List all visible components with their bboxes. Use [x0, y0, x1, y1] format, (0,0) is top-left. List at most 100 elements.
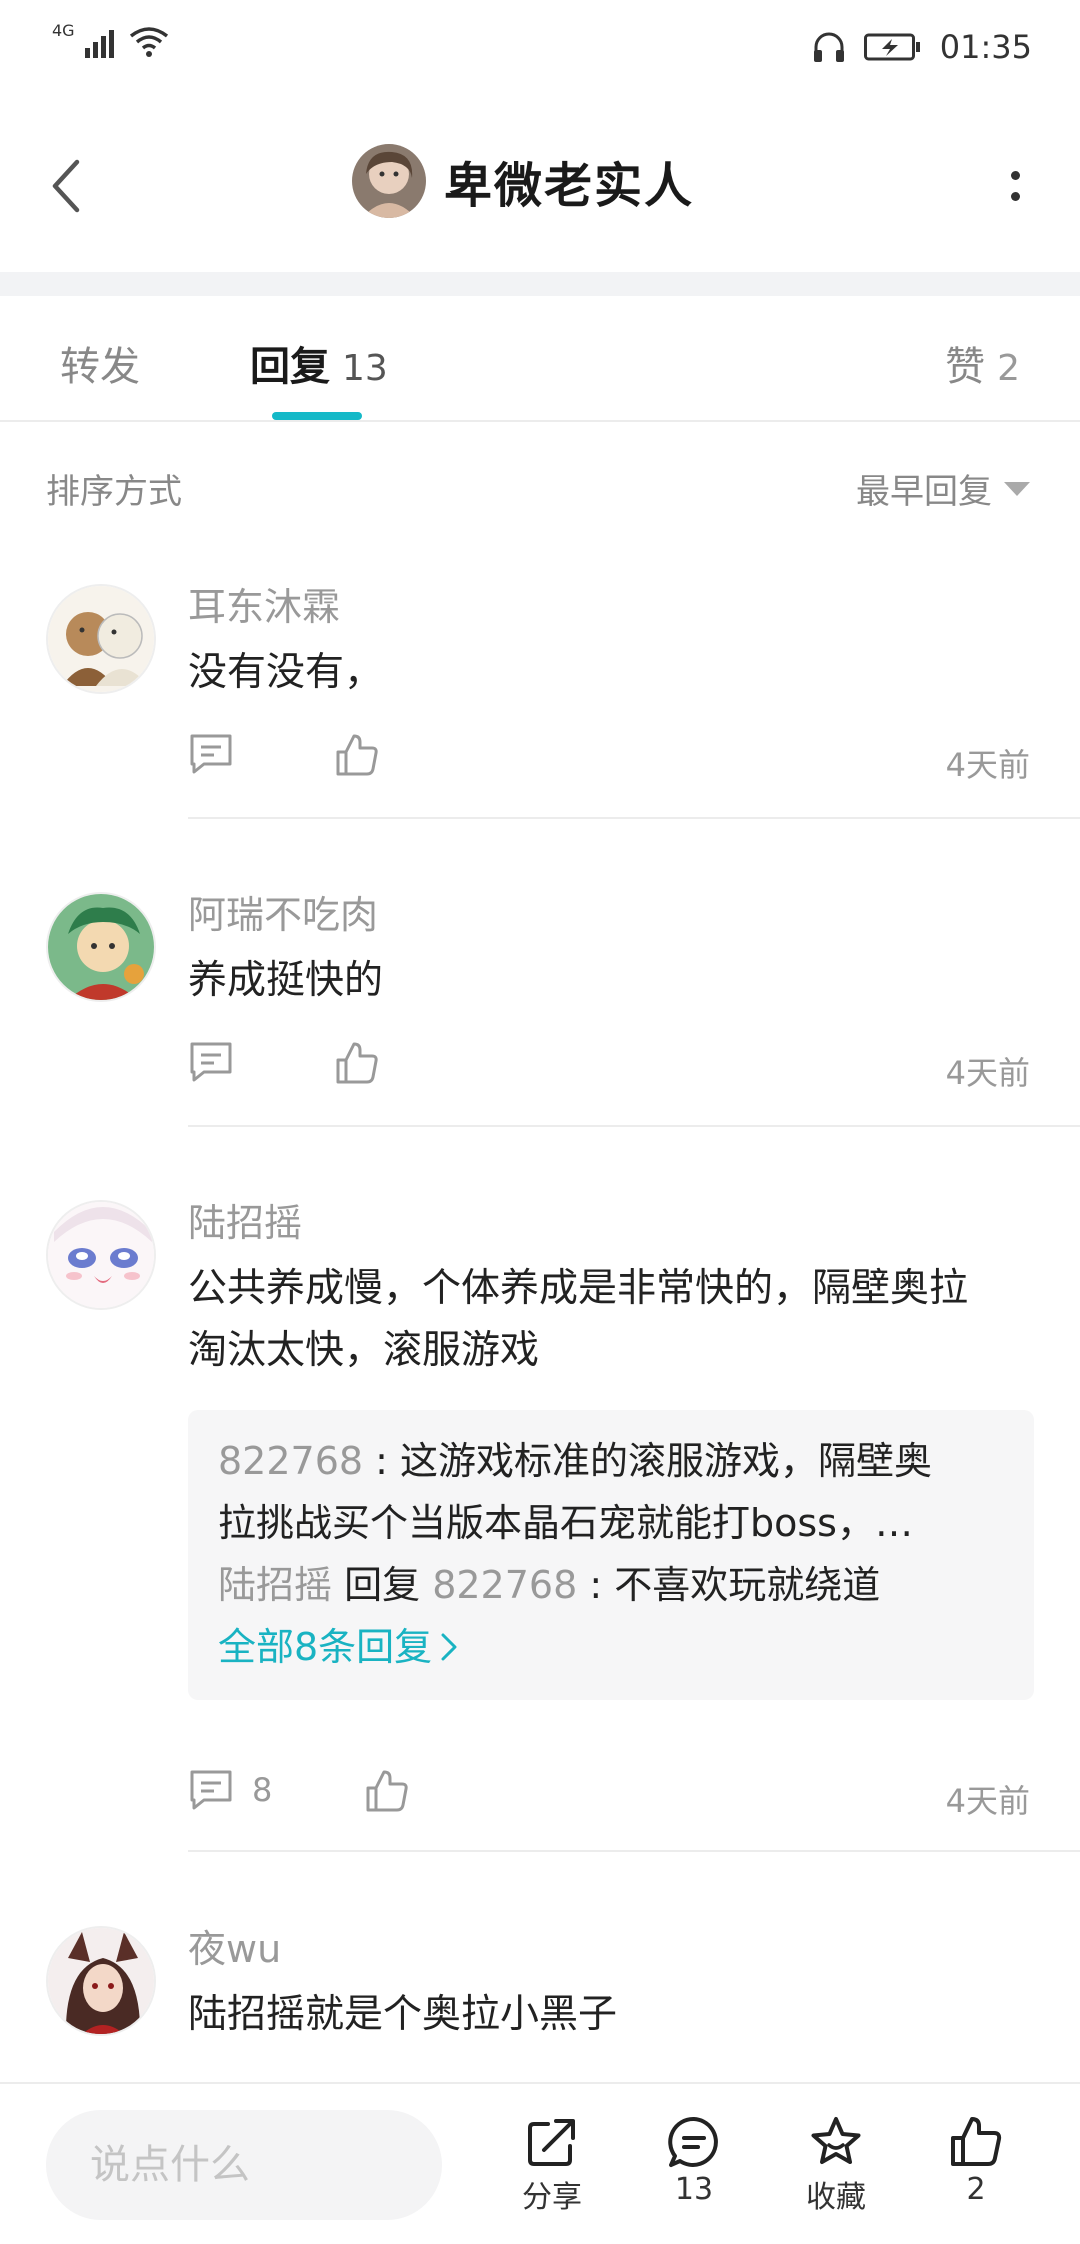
commenter-avatar[interactable] — [46, 892, 156, 1002]
comment-input[interactable] — [46, 2110, 442, 2220]
section-divider — [0, 272, 1080, 296]
author-avatar[interactable] — [352, 144, 426, 218]
nested-reply-sep: : — [363, 1439, 401, 1483]
commenter-name[interactable]: 阿瑞不吃肉 — [188, 884, 378, 939]
nested-reply: 陆招摇 回复 822768 : 不喜欢玩就绕道 — [218, 1554, 1004, 1616]
back-button[interactable] — [40, 146, 90, 226]
like-button[interactable] — [334, 1040, 380, 1090]
author-info[interactable]: 卑微老实人 — [352, 144, 694, 218]
tab-forward[interactable]: 转发 — [60, 334, 140, 392]
comment-divider — [188, 817, 1080, 819]
tab-bar: 转发 回复 13 赞 2 — [0, 296, 1080, 422]
top-app-bar: 卑微老实人 — [0, 96, 1080, 272]
tab-like-count: 2 — [997, 348, 1020, 389]
share-button[interactable]: 分享 — [492, 2114, 612, 2216]
reply-button[interactable] — [188, 1040, 234, 1084]
comment-icon — [190, 1770, 232, 1810]
comment-text: 公共养成慢，个体养成是非常快的，隔壁奥拉 淘汰太快，滚服游戏 — [188, 1258, 1038, 1382]
clock: 01:35 — [939, 28, 1032, 66]
battery-icon — [863, 33, 920, 61]
headphones-icon — [813, 32, 844, 62]
like-post-button[interactable]: 2 — [916, 2114, 1036, 2207]
comment-text-line: 淘汰太快，滚服游戏 — [188, 1328, 540, 1373]
share-icon — [528, 2119, 575, 2166]
comment-text: 没有没有， — [188, 650, 384, 695]
favorite-button[interactable]: 收藏 — [776, 2114, 896, 2216]
comment-time: 4天前 — [945, 746, 1030, 784]
tab-forward-label: 转发 — [60, 344, 140, 390]
sort-selected-value: 最早回复 — [856, 472, 992, 512]
commenter-avatar[interactable] — [46, 1200, 156, 1310]
tab-like[interactable]: 赞 2 — [945, 334, 1020, 392]
thumbs-up-icon — [336, 1042, 378, 1084]
nested-reply-cont: 拉挑战买个当版本晶石宠就能打boss，… — [218, 1501, 913, 1545]
comment-item: 陆招摇 公共养成慢，个体养成是非常快的，隔壁奥拉 淘汰太快，滚服游戏 82276… — [0, 1164, 1080, 1854]
comment-input-container[interactable] — [46, 2110, 442, 2220]
comment-time: 4天前 — [945, 1054, 1030, 1092]
comment-text: 养成挺快的 — [188, 958, 384, 1003]
sort-label: 排序方式 — [46, 472, 182, 512]
nested-reply-mid: 回复 — [332, 1563, 433, 1607]
chevron-right-icon — [441, 1633, 457, 1661]
commenter-name[interactable]: 陆招摇 — [188, 1192, 302, 1247]
like-count: 2 — [966, 2172, 986, 2207]
commenter-avatar[interactable] — [46, 584, 156, 694]
nested-reply-target[interactable]: 822768 — [432, 1563, 577, 1607]
comment-item: 耳东沐霖 没有没有， 4天前 — [0, 548, 1080, 818]
comment-text-line: 公共养成慢，个体养成是非常快的，隔壁奥拉 — [188, 1266, 969, 1311]
star-icon — [811, 2117, 861, 2164]
bottom-action-bar: 分享 13 收藏 2 — [0, 2082, 1080, 2244]
thumbs-up-icon — [951, 2117, 1002, 2166]
comments-button[interactable]: 13 — [634, 2114, 754, 2207]
commenter-name[interactable]: 耳东沐霖 — [188, 576, 340, 631]
sort-dropdown[interactable]: 最早回复 — [856, 464, 1030, 513]
comment-text: 陆招摇就是个奥拉小黑子 — [188, 1992, 618, 2037]
commenter-avatar[interactable] — [46, 1926, 156, 2036]
like-button[interactable] — [334, 732, 380, 782]
view-all-replies-link[interactable]: 全部8条回复 — [218, 1616, 1004, 1678]
status-left: 4G — [52, 21, 169, 58]
reply-button[interactable]: 8 — [188, 1768, 272, 1812]
commenter-name[interactable]: 夜wu — [188, 1918, 281, 1973]
nested-reply-text: 这游戏标准的滚服游戏，隔壁奥 — [400, 1439, 933, 1483]
like-button[interactable] — [364, 1768, 410, 1818]
comment-item: 阿瑞不吃肉 养成挺快的 4天前 — [0, 856, 1080, 1126]
comment-icon — [190, 734, 232, 774]
comment-actions: 4天前 — [188, 732, 1038, 792]
nested-reply-sep: : — [577, 1563, 615, 1607]
share-label: 分享 — [522, 2180, 582, 2215]
reply-button[interactable] — [188, 732, 234, 776]
more-dot — [1010, 192, 1020, 201]
nested-reply-user[interactable]: 822768 — [218, 1439, 363, 1483]
nested-replies[interactable]: 822768 : 这游戏标准的滚服游戏，隔壁奥 拉挑战买个当版本晶石宠就能打bo… — [188, 1410, 1034, 1700]
comment-divider — [188, 1125, 1080, 1127]
reply-count: 8 — [252, 1771, 273, 1809]
more-vertical-icon — [1010, 171, 1020, 180]
comment-time: 4天前 — [945, 1782, 1030, 1820]
more-options-button[interactable] — [1000, 156, 1030, 216]
comment-divider — [188, 1850, 1080, 1852]
nested-reply-text: 不喜欢玩就绕道 — [614, 1563, 881, 1607]
status-right: 01:35 — [812, 28, 1032, 66]
active-tab-indicator — [272, 412, 362, 420]
comment-item: 夜wu 陆招摇就是个奥拉小黑子 — [0, 1890, 1080, 2082]
sort-row: 排序方式 最早回复 — [0, 422, 1080, 548]
nested-reply-user[interactable]: 陆招摇 — [218, 1563, 332, 1607]
nested-reply: 822768 : 这游戏标准的滚服游戏，隔壁奥 — [218, 1430, 1004, 1492]
thumbs-up-icon — [366, 1770, 408, 1812]
chevron-left-icon — [52, 159, 80, 213]
favorite-label: 收藏 — [806, 2180, 866, 2215]
comment-bubble-icon — [668, 2116, 718, 2167]
cellular-signal-icon — [84, 30, 114, 58]
caret-down-icon — [1004, 481, 1030, 496]
wifi-icon — [129, 27, 168, 57]
view-all-replies-label: 全部8条回复 — [218, 1625, 433, 1669]
comment-actions: 4天前 — [188, 1040, 1038, 1100]
tab-reply[interactable]: 回复 13 — [250, 334, 388, 392]
tab-reply-count: 13 — [342, 348, 388, 389]
comment-actions: 8 4天前 — [188, 1768, 1038, 1828]
tab-like-label: 赞 — [945, 344, 986, 390]
tab-reply-label: 回复 — [250, 344, 330, 390]
post-detail-page: 4G 01:35 卑微老实人 转发 回复 13 赞 2 排序方式 最早回复 耳东… — [0, 0, 1080, 2244]
comment-icon — [190, 1042, 232, 1082]
